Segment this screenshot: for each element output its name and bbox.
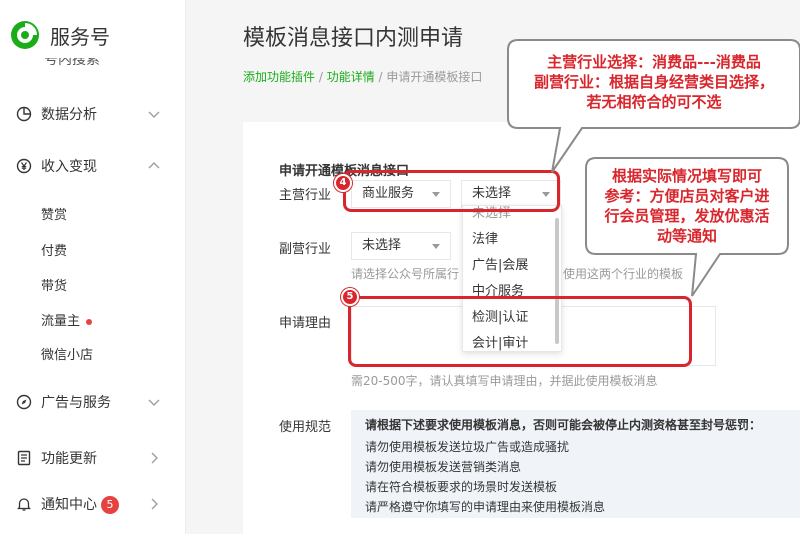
callout-line: 参考：方便店员对客户进	[604, 187, 770, 205]
callout-line: 副营行业：根据自身经营类目选择，	[533, 73, 774, 91]
callout-line: 动等通知	[656, 227, 717, 245]
callout-line: 主营行业选择：消费品---消费品	[547, 53, 761, 71]
callout-line: 行会员管理，发放优惠活	[604, 207, 770, 225]
callout-reason-text: 根据实际情况填写即可 参考：方便店员对客户进 行会员管理，发放优惠活 动等通知	[590, 166, 784, 246]
callout-line: 根据实际情况填写即可	[611, 167, 762, 185]
callout-line: 若无相符合的可不选	[586, 93, 722, 111]
callout-industry-text: 主营行业选择：消费品---消费品 副营行业：根据自身经营类目选择， 若无相符合的…	[512, 52, 796, 112]
